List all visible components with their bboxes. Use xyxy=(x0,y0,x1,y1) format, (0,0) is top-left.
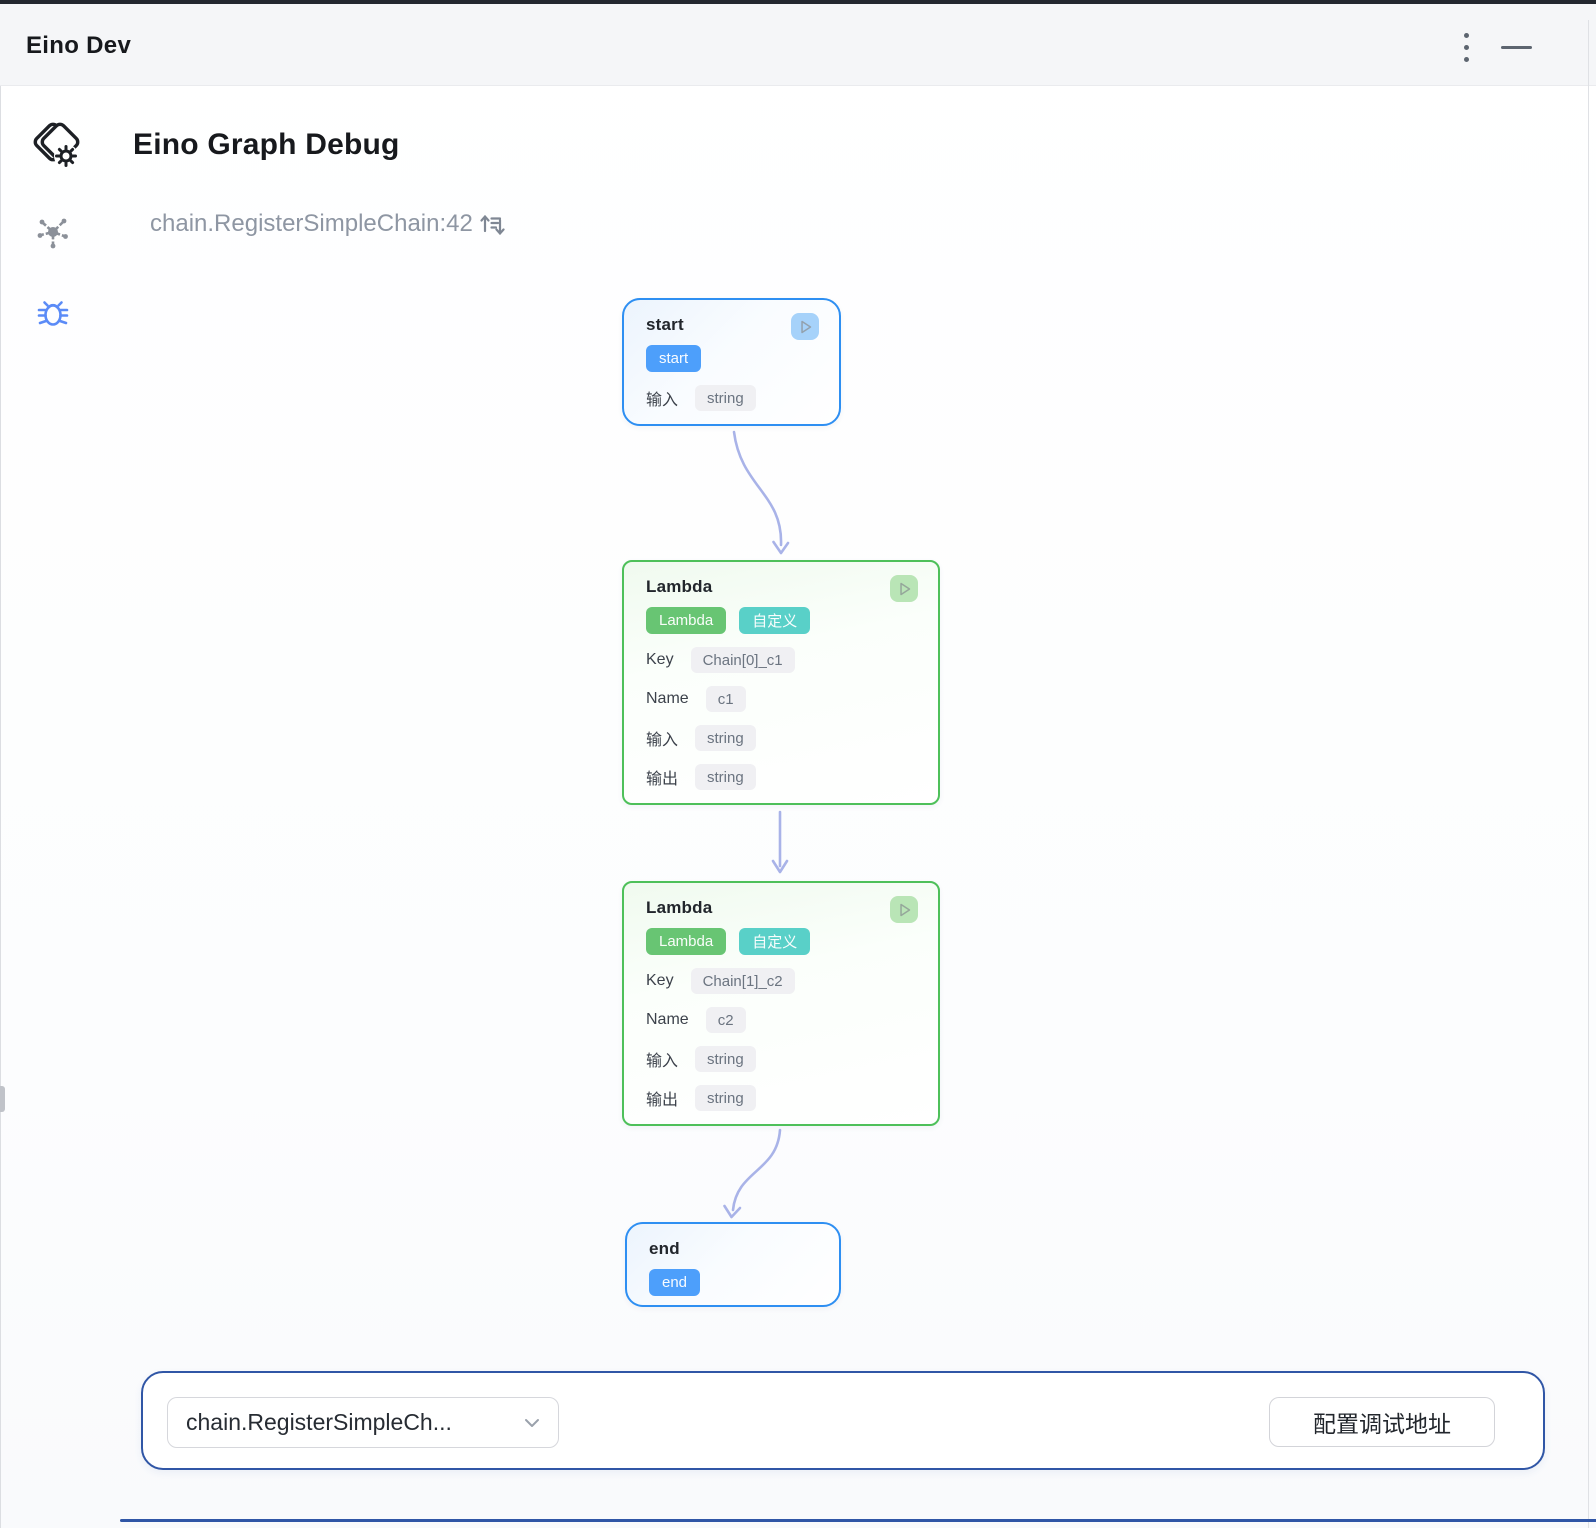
run-node-button[interactable] xyxy=(890,896,918,923)
type-badge: string xyxy=(695,725,756,751)
sort-icon[interactable] xyxy=(478,211,505,238)
node-title: Lambda xyxy=(646,898,712,917)
node-type-tag: Lambda xyxy=(646,607,726,634)
eino-logo-icon xyxy=(27,115,87,175)
name-badge: c2 xyxy=(706,1007,746,1033)
chevron-down-icon xyxy=(524,1418,540,1428)
key-badge: Chain[1]_c2 xyxy=(691,968,795,994)
window-title: Eino Dev xyxy=(26,32,131,60)
type-badge: string xyxy=(695,385,756,411)
type-badge: string xyxy=(695,764,756,790)
play-icon xyxy=(794,316,816,338)
bug-icon[interactable] xyxy=(35,295,71,331)
breadcrumb: chain.RegisterSimpleChain:42 xyxy=(150,210,473,238)
eino-dev-window: Eino Dev Eino Graph Debug xyxy=(0,0,1596,1528)
graph-node-start[interactable]: start start 输入 string xyxy=(622,298,841,426)
window-right-edge xyxy=(1588,20,1589,1528)
node-io-row: 输入 string xyxy=(646,385,819,411)
node-type-tag: start xyxy=(646,345,701,372)
play-icon xyxy=(893,578,915,600)
window-titlebar: Eino Dev xyxy=(0,4,1596,86)
node-custom-tag: 自定义 xyxy=(739,607,810,634)
node-output-row: 输出 string xyxy=(646,1085,918,1111)
debug-footer-bar: chain.RegisterSimpleCh... 配置调试地址 xyxy=(141,1371,1545,1470)
node-title: start xyxy=(646,315,684,334)
configure-debug-address-button[interactable]: 配置调试地址 xyxy=(1269,1397,1495,1447)
chain-select-value: chain.RegisterSimpleCh... xyxy=(186,1409,524,1436)
node-key-row: Key Chain[1]_c2 xyxy=(646,968,918,994)
panel-collapse-handle[interactable] xyxy=(0,1086,5,1112)
chain-select-dropdown[interactable]: chain.RegisterSimpleCh... xyxy=(167,1397,559,1448)
run-node-button[interactable] xyxy=(890,575,918,602)
graph-node-lambda-c1[interactable]: Lambda Lambda 自定义 Key Chain[0]_c1 Name c… xyxy=(622,560,940,805)
key-badge: Chain[0]_c1 xyxy=(691,647,795,673)
node-name-row: Name c2 xyxy=(646,1007,918,1033)
node-custom-tag: 自定义 xyxy=(739,928,810,955)
graph-node-end[interactable]: end end xyxy=(625,1222,841,1307)
node-title: Lambda xyxy=(646,577,712,596)
name-badge: c1 xyxy=(706,686,746,712)
node-name-row: Name c1 xyxy=(646,686,918,712)
edge-arrowhead xyxy=(725,1206,741,1217)
minimize-icon[interactable] xyxy=(1501,46,1532,49)
graph-node-lambda-c2[interactable]: Lambda Lambda 自定义 Key Chain[1]_c2 Name c… xyxy=(622,881,940,1126)
node-key-row: Key Chain[0]_c1 xyxy=(646,647,918,673)
node-input-row: 输入 string xyxy=(646,725,918,751)
type-badge: string xyxy=(695,1046,756,1072)
node-title: end xyxy=(649,1239,680,1258)
edge-arrowhead xyxy=(773,861,787,872)
run-node-button[interactable] xyxy=(791,313,819,340)
edge-lambda2-end xyxy=(733,1130,780,1210)
node-output-row: 输出 string xyxy=(646,764,918,790)
lower-panel-top-border xyxy=(120,1519,1596,1522)
graph-icon[interactable] xyxy=(36,214,70,250)
edge-arrowhead xyxy=(774,542,789,553)
page-title: Eino Graph Debug xyxy=(133,128,400,162)
node-input-row: 输入 string xyxy=(646,1046,918,1072)
kebab-menu-icon[interactable] xyxy=(1458,31,1474,65)
type-badge: string xyxy=(695,1085,756,1111)
play-icon xyxy=(893,899,915,921)
node-type-tag: end xyxy=(649,1269,700,1296)
edge-start-lambda1 xyxy=(734,432,781,545)
node-type-tag: Lambda xyxy=(646,928,726,955)
window-left-edge xyxy=(0,86,1,1528)
